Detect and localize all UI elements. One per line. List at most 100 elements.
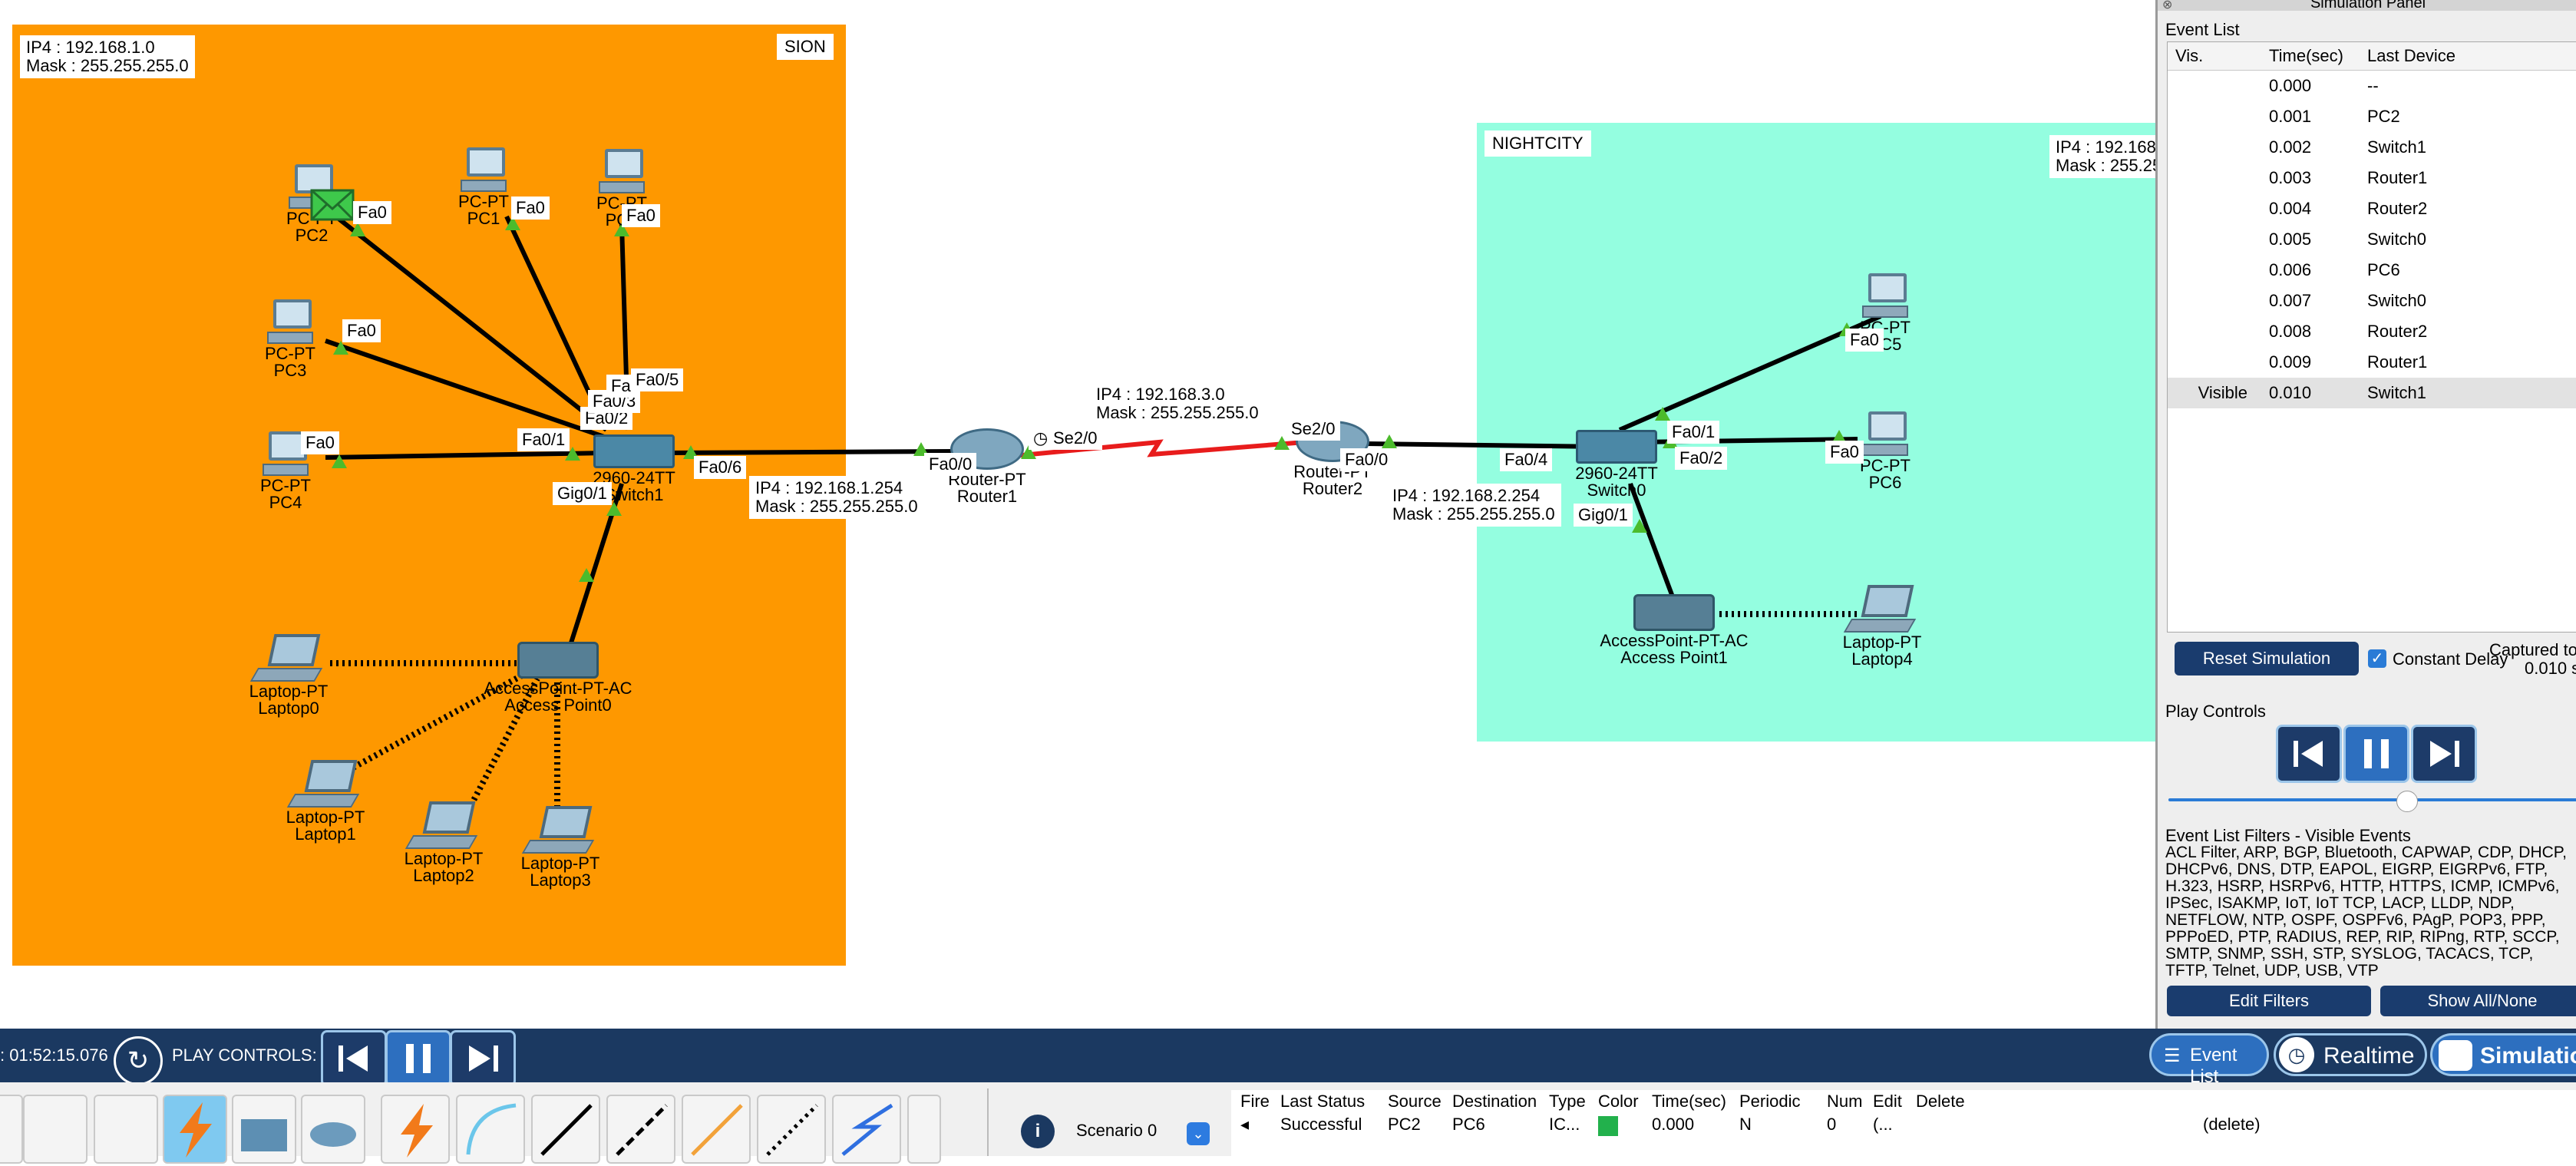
event-list-toggle[interactable]: ☰ Event List [2149,1033,2269,1087]
event-time: 0.002 [2269,137,2312,157]
event-row-selected[interactable]: Visible 0.010 Switch1 [2168,378,2576,408]
bar-pause-button[interactable] [385,1030,451,1087]
close-icon[interactable]: ⊗ [2162,0,2172,12]
laptop-icon [405,801,478,849]
event-device: Router1 [2367,352,2428,372]
device-laptop1[interactable]: Laptop-PT Laptop1 [264,760,387,843]
scenario-dropdown[interactable]: ⌄ [1187,1122,1210,1145]
port-label: Gig0/1 [553,482,612,505]
connections-icon[interactable] [163,1095,227,1164]
source-cell: PC2 [1388,1115,1421,1134]
pdu-list-table[interactable]: Fire Last Status Source Destination Type… [1231,1090,2576,1164]
fiber-icon[interactable] [682,1095,751,1164]
reset-simulation-button[interactable]: Reset Simulation [2175,642,2359,675]
event-vis [2168,163,2260,193]
device-switch0[interactable]: 2960-24TT Switch0 [1555,430,1678,499]
device-laptop0[interactable]: Laptop-PT Laptop0 [227,634,350,717]
cloud-icon[interactable] [301,1095,365,1164]
event-device: Switch0 [2367,291,2427,310]
event-row[interactable]: 0.002 Switch1 [2168,132,2576,163]
pdu-envelope-icon[interactable] [310,189,355,221]
phone-cable-icon[interactable] [757,1095,826,1164]
fire-cell[interactable]: ◂ [1231,1113,1280,1136]
event-row[interactable]: 0.008 Router2 [2168,316,2576,347]
clock-icon: ◷ [2279,1037,2314,1072]
port-label: Fa0/0 [1340,448,1393,471]
port-label: Fa0/6 [694,456,747,479]
edit-filters-button[interactable]: Edit Filters [2167,986,2371,1016]
pause-button[interactable] [2343,725,2409,783]
event-row[interactable]: 0.001 PC2 [2168,101,2576,132]
speed-slider[interactable] [2168,798,2576,801]
event-vis [2168,347,2260,378]
device-laptop4[interactable]: Laptop-PT Laptop4 [1821,585,1944,668]
device-model-label: PC-PT [1860,318,1911,337]
auto-connection-icon[interactable] [381,1095,450,1164]
realtime-mode-button[interactable]: ◷ Realtime [2274,1033,2427,1076]
edit-cell[interactable]: (... [1873,1113,2203,1136]
info-icon[interactable]: i [1021,1115,1055,1148]
column-header: Last Device [2367,46,2455,65]
copper-straight-icon[interactable] [531,1095,600,1164]
bar-step-forward-button[interactable] [450,1030,516,1087]
network-devices-icon[interactable] [94,1095,158,1164]
port-label: Se2/0 [1286,418,1340,441]
event-time: 0.010 [2269,383,2312,402]
event-row[interactable]: 0.003 Router1 [2168,163,2576,193]
router1-interface-tag[interactable]: IP4 : 192.168.1.254 Mask : 255.255.255.0 [749,476,924,519]
link-light [1655,407,1670,421]
column-header: Delete [1916,1092,1965,1111]
device-name-label: Access Point1 [1620,648,1728,667]
copper-cross-icon[interactable] [606,1095,675,1164]
device-access-point0[interactable]: AccessPoint-PT-AC Access Point0 [477,642,639,714]
bar-step-back-button[interactable] [321,1030,387,1087]
router2-interface-tag[interactable]: IP4 : 192.168.2.254 Mask : 255.255.255.0 [1386,484,1561,527]
more-connections-icon[interactable] [907,1095,941,1164]
end-devices-icon[interactable] [23,1095,88,1164]
event-row[interactable]: 0.006 PC6 [2168,255,2576,286]
event-row[interactable]: 0.005 Switch0 [2168,224,2576,255]
event-device: PC6 [2367,260,2400,279]
step-forward-button[interactable] [2411,725,2477,783]
step-back-icon [2294,741,2323,767]
serial-cable-icon[interactable] [832,1095,901,1164]
folder-icon[interactable] [232,1095,296,1164]
delete-cell[interactable]: (delete) [2203,1113,2280,1136]
show-all-none-button[interactable]: Show All/None [2380,986,2576,1016]
console-cable-icon[interactable] [456,1095,525,1164]
table-row[interactable]: ◂ Successful PC2 PC6 IC... 0.000 N 0 (..… [1231,1113,2576,1136]
column-header: Edit [1873,1092,1902,1111]
event-row[interactable]: 0.000 -- [2168,71,2576,101]
gateway-mask-label: Mask : 255.255.255.0 [755,497,918,516]
event-row[interactable]: 0.009 Router1 [2168,347,2576,378]
device-name-label: Laptop4 [1851,649,1913,669]
port-label: Fa0 [511,197,550,220]
device-pc3[interactable]: PC-PT PC3 [229,299,352,379]
port-label: Fa0 [622,204,660,227]
device-category-icon[interactable] [0,1095,23,1164]
gateway-ip-label: IP4 : 192.168.2.254 [1392,486,1541,505]
serial-network-tag[interactable]: IP4 : 192.168.3.0 Mask : 255.255.255.0 [1090,382,1265,425]
device-access-point1[interactable]: AccessPoint-PT-AC Access Point1 [1593,594,1755,666]
port-label: Fa0/2 [1675,447,1728,470]
device-laptop3[interactable]: Laptop-PT Laptop3 [499,806,622,889]
port-label: Fa0/5 [631,368,684,391]
reset-time-icon[interactable]: ↻ [114,1036,163,1085]
event-time: 0.006 [2269,260,2312,279]
destination-cell: PC6 [1452,1115,1485,1134]
simulation-mode-button[interactable]: Simulation [2430,1033,2576,1076]
links-layer [325,215,1882,814]
speed-slider-thumb[interactable] [2396,791,2418,812]
event-row[interactable]: 0.004 Router2 [2168,193,2576,224]
column-header: Type [1549,1092,1586,1111]
column-header: Time(sec) [2269,46,2343,65]
event-time: 0.009 [2269,352,2312,372]
serial-mask-label: Mask : 255.255.255.0 [1096,403,1259,422]
device-pc5[interactable]: PC-PT PC5 [1824,273,1947,353]
event-row[interactable]: 0.007 Switch0 [2168,286,2576,316]
device-laptop2[interactable]: Laptop-PT Laptop2 [382,801,505,884]
step-back-button[interactable] [2276,725,2342,783]
event-list-table[interactable]: Vis. Time(sec) Last Device 0.000 -- 0.001… [2167,41,2576,633]
event-time: 0.008 [2269,322,2312,341]
constant-delay-checkbox[interactable]: ✓ [2368,649,2386,668]
